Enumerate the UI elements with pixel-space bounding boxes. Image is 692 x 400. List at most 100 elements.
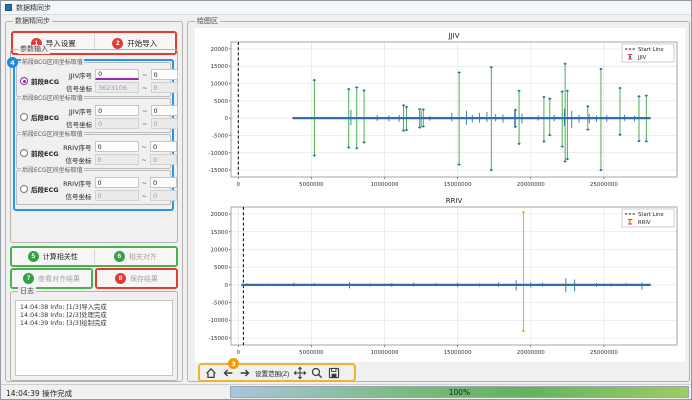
rriv-index-to-input[interactable] [150,141,177,152]
param-input-title: 参数输入 [18,45,50,54]
svg-text:JJIV: JJIV [637,55,647,61]
log-textarea[interactable]: 14:04:38 Info: [1/3]导入完成 14:04:38 Info: … [15,300,173,376]
rriv-index-from-input[interactable] [95,141,139,152]
svg-text:0: 0 [237,182,241,188]
figure-toolbar: 3 设置范围(Z) [198,363,356,382]
jjiv-index-from-input[interactable] [95,105,139,116]
rriv-index-label: RRIV序号 [59,178,92,188]
status-bar: 14:04:39 操作完成 100% [1,384,691,399]
svg-text:20000000: 20000000 [517,350,545,356]
compute-align-annotation-box: 5 计算相关性 6 相关对齐 [10,246,178,267]
signal-coord-from-input [95,190,139,201]
window-title: 数据精同步 [16,3,51,13]
svg-text:25000000: 25000000 [590,350,618,356]
jjiv-index-from-input[interactable] [95,69,139,80]
param-annotation-box: 4 前段BCG区间坐标取值 前段BCG JJIV序号 ~ [13,59,174,211]
svg-text:-10000: -10000 [209,151,229,157]
jjiv-chart: 0500000010000000150000002000000025000000… [195,28,683,193]
step-6-badge: 6 [114,251,125,262]
step-2-badge: 2 [112,38,123,49]
sync-groupbox-title: 数据精同步 [13,17,52,26]
svg-text:10000: 10000 [211,82,229,88]
pan-icon[interactable] [292,365,307,380]
svg-text:JJIV: JJIV [448,32,460,40]
svg-text:0: 0 [225,116,229,122]
svg-text:5000000: 5000000 [299,350,324,356]
svg-text:10000000: 10000000 [371,182,399,188]
rriv-index-from-input[interactable] [95,177,139,188]
plot-area-title: 绘图区 [195,17,220,26]
jjiv-index-label: JJIV序号 [59,106,92,116]
signal-coord-from-input [95,154,139,165]
rriv-index-to-input[interactable] [150,177,177,188]
rriv-index-label: RRIV序号 [59,142,92,152]
range-tilde: ~ [142,107,147,115]
signal-coord-to-input [150,154,177,165]
svg-text:0: 0 [237,350,241,356]
range-tilde: ~ [142,179,147,187]
svg-text:15000: 15000 [211,230,229,236]
save-icon[interactable] [326,365,341,380]
svg-text:10000: 10000 [211,247,229,253]
front-bcg-section-title: 前段BCG区间坐标取值 [21,59,84,66]
svg-text:20000: 20000 [211,212,229,218]
front-ecg-radio[interactable] [20,149,28,157]
set-range-button[interactable]: 设置范围(Z) [254,368,290,378]
back-ecg-section: 后段ECG区间坐标取值 后段ECG RRIV序号 ~ [16,170,171,205]
save-result-button[interactable]: 8 保存结果 [97,270,176,287]
svg-text:5000: 5000 [214,265,228,271]
svg-text:20000: 20000 [211,47,229,53]
svg-text:RRIV: RRIV [638,220,651,226]
view-result-annotation-box: 7 查看对齐结果 [10,268,93,289]
log-line: 14:04:38 Info: [1/3]导入完成 [20,304,168,312]
range-tilde: ~ [142,143,147,151]
forward-arrow-icon[interactable] [237,365,252,380]
range-tilde: ~ [142,120,147,128]
svg-text:20000000: 20000000 [517,182,545,188]
svg-text:10000000: 10000000 [371,350,399,356]
view-align-result-button[interactable]: 7 查看对齐结果 [12,270,91,287]
param-input-groupbox: 参数输入 4 前段BCG区间坐标取值 前段BCG JJIV序号 ~ [10,49,178,243]
svg-text:5000: 5000 [214,99,228,105]
step-8-badge: 8 [115,273,126,284]
front-bcg-section: 前段BCG区间坐标取值 前段BCG JJIV序号 ~ [16,62,171,97]
svg-text:-5000: -5000 [212,301,228,307]
step-4-badge: 4 [7,57,18,68]
log-groupbox: 日志 14:04:38 Info: [1/3]导入完成 14:04:38 Inf… [10,291,178,381]
save-result-annotation-box: 8 保存结果 [95,268,178,289]
progress-bar: 100% [230,386,689,398]
back-ecg-radio-label: 后段ECG [31,184,59,194]
jjiv-index-to-input[interactable] [151,69,178,80]
jjiv-index-label: JJIV序号 [59,70,92,80]
back-bcg-radio-label: 后段BCG [31,112,59,122]
front-bcg-radio-label: 前段BCG [31,76,59,86]
app-window: { "window": { "title": "数据精同步", "status_… [0,0,692,400]
back-ecg-radio[interactable] [20,185,28,193]
compute-correlation-button[interactable]: 5 计算相关性 [12,248,94,265]
title-bar: 数据精同步 [1,1,691,15]
compute-correlation-label: 计算相关性 [43,252,78,262]
correlation-align-button[interactable]: 6 相关对齐 [95,248,177,265]
figure-canvas[interactable]: 0 5000000 10000000 15000 0 0 0 20000000 25000000… [195,28,685,362]
front-ecg-section-title: 前段ECG区间坐标取值 [21,131,84,138]
log-line: 14:04:38 Info: [2/3]处理完成 [20,312,168,320]
svg-text:25000000: 25000000 [590,182,618,188]
front-ecg-radio-label: 前段ECG [31,148,59,158]
front-bcg-radio[interactable] [20,77,28,85]
status-text: 14:04:39 操作完成 [6,388,72,399]
svg-text:15000: 15000 [211,64,229,70]
svg-text:0: 0 [225,283,229,289]
signal-coord-to-input [151,118,178,129]
save-result-label: 保存结果 [130,274,158,284]
zoom-icon[interactable] [309,365,324,380]
log-groupbox-title: 日志 [18,287,36,296]
back-bcg-radio[interactable] [20,113,28,121]
range-tilde: ~ [142,192,147,200]
app-icon [5,4,12,11]
step-3-badge: 3 [228,358,239,369]
view-align-result-label: 查看对齐结果 [38,274,80,284]
correlation-align-label: 相关对齐 [129,252,157,262]
home-icon[interactable] [203,365,218,380]
jjiv-index-to-input[interactable] [151,105,178,116]
svg-text:RRIV: RRIV [446,197,463,205]
